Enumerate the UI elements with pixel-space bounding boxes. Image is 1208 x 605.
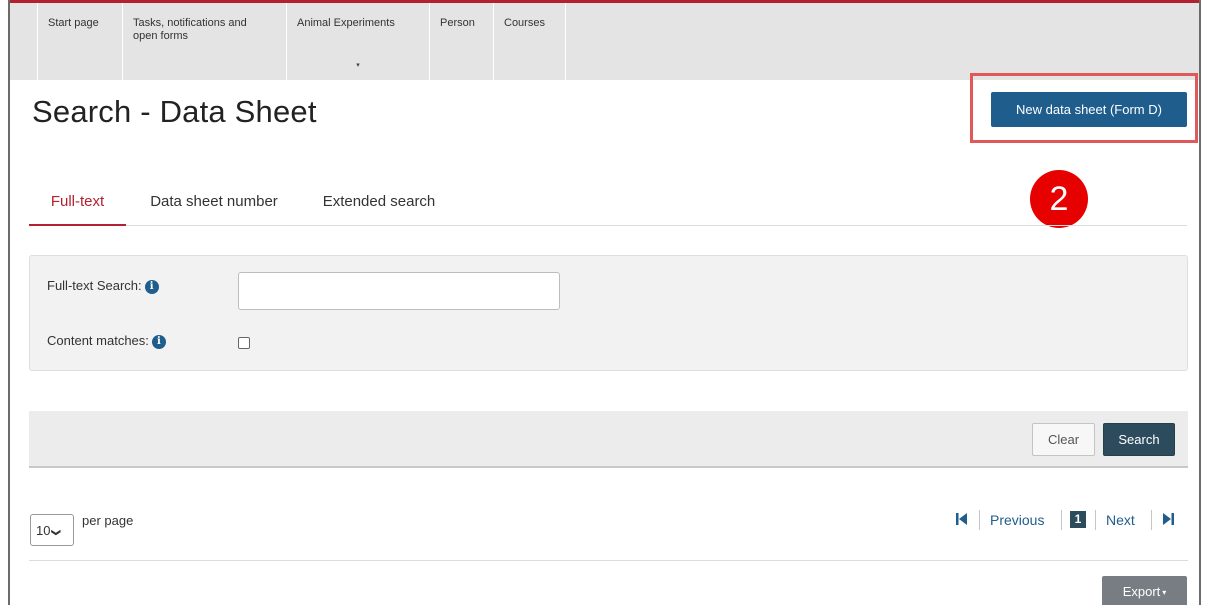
section-divider [29,560,1188,561]
current-page-indicator: 1 [1070,511,1086,528]
tab-extended-search[interactable]: Extended search [311,190,447,226]
export-button[interactable]: Export ▾ [1102,576,1187,605]
pager-separator [1151,510,1152,530]
nav-item-start-page[interactable]: Start page [37,3,123,80]
nav-item-person[interactable]: Person [430,3,494,80]
content-matches-checkbox[interactable] [238,337,250,349]
pager-separator [1061,510,1062,530]
next-page-link[interactable]: Next [1106,512,1135,528]
nav-item-label: Person [440,17,475,29]
clear-button[interactable]: Clear [1032,423,1095,456]
nav-item-label: Start page [48,17,99,29]
nav-item-courses[interactable]: Courses [494,3,566,80]
dropdown-caret-icon: ▾ [356,62,360,69]
tab-data-sheet-number[interactable]: Data sheet number [134,190,294,226]
info-icon[interactable]: i [151,335,166,349]
window-frame-right [1199,0,1201,605]
fulltext-search-label-text: Full-text Search: [47,278,142,293]
dropdown-caret-icon: ▾ [1162,588,1167,597]
previous-page-link[interactable]: Previous [990,512,1044,528]
annotation-highlight-box [970,73,1198,143]
info-icon[interactable]: i [144,280,159,294]
first-page-icon[interactable] [956,512,967,528]
content-matches-label-text: Content matches: [47,333,149,348]
tab-full-text[interactable]: Full-text [29,190,126,226]
nav-item-animal-experiments[interactable]: Animal Experiments ▾ [287,3,430,80]
fulltext-search-label: Full-text Search: i [47,278,159,294]
nav-item-label: Courses [504,17,545,29]
nav-item-label: Animal Experiments [297,17,395,29]
search-button[interactable]: Search [1103,423,1175,456]
per-page-label: per page [82,513,134,528]
page-size-select[interactable]: 10❯ [30,514,74,546]
page-size-value: 10 [36,523,51,538]
chevron-down-icon: ❯ [51,528,62,537]
page-title: Search - Data Sheet [32,94,317,129]
pager-separator [979,510,980,530]
nav-item-tasks[interactable]: Tasks, notifications and open forms [123,3,287,80]
search-form-panel: Full-text Search: i Content matches: i [29,255,1188,371]
nav-item-label: Tasks, notifications and open forms [133,17,247,42]
search-tabs: Full-text Data sheet number Extended sea… [29,190,1187,226]
pager-separator [1095,510,1096,530]
content-matches-label: Content matches: i [47,333,166,349]
search-action-bar: Clear Search [29,411,1188,468]
top-navigation: Start page Tasks, notifications and open… [10,0,1199,80]
fulltext-search-input[interactable] [238,272,560,310]
window-frame-left [8,0,10,605]
export-label: Export [1122,584,1161,599]
last-page-icon[interactable] [1163,512,1174,528]
